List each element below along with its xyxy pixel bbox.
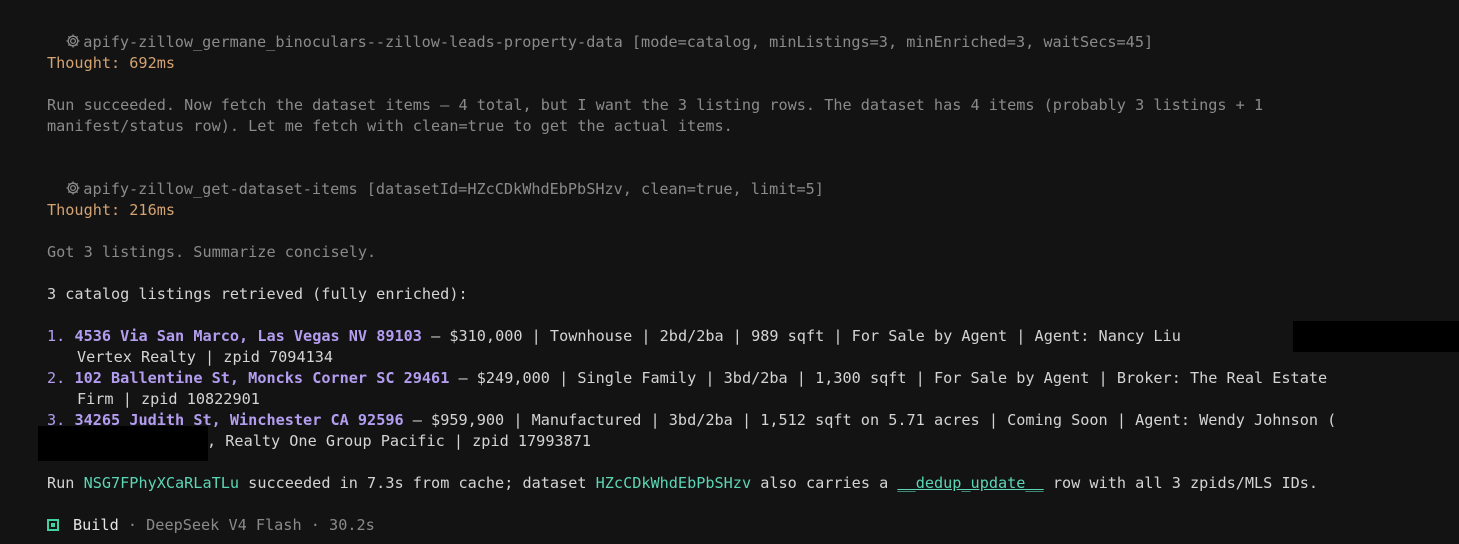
redaction-block	[1293, 321, 1459, 352]
listing-details-continued: Firm | zpid 10822901	[77, 390, 260, 408]
dataset-id: HZcCDkWhdEbPbSHzv	[595, 474, 752, 492]
run-id: NSG7FPhyXCaRLaTLu	[83, 474, 240, 492]
run-summary: Run NSG7FPhyXCaRLaTLu succeeded in 7.3s …	[47, 473, 1318, 494]
separator: ·	[118, 516, 147, 534]
list-item: 3. 34265 Judith St, Winchester CA 92596 …	[47, 410, 1336, 431]
model-name: DeepSeek V4 Flash	[146, 516, 302, 534]
list-number: 2.	[47, 369, 66, 387]
listing-address: 4536 Via San Marco, Las Vegas NV 89103	[74, 327, 422, 345]
run-summary-text: row with all 3 zpids/MLS IDs.	[1043, 474, 1319, 492]
thought-duration: Thought: 216ms	[47, 201, 176, 219]
build-status-icon	[47, 519, 59, 531]
gear-icon	[66, 34, 80, 48]
thought-duration: Thought: 692ms	[47, 54, 176, 72]
listing-address: 102 Ballentine St, Moncks Corner SC 2946…	[74, 369, 450, 387]
listing-details: — $959,900 | Manufactured | 3bd/2ba | 1,…	[403, 411, 1337, 429]
list-number: 1.	[47, 327, 66, 345]
status-footer: Build · DeepSeek V4 Flash · 30.2s	[47, 515, 375, 536]
listing-details: — $310,000 | Townhouse | 2bd/2ba | 989 s…	[421, 327, 1181, 345]
gear-icon	[66, 181, 80, 195]
tool-call-line: apify-zillow_germane_binoculars--zillow-…	[47, 11, 1153, 53]
list-item: 1. 4536 Via San Marco, Las Vegas NV 8910…	[47, 326, 1181, 347]
reasoning-text: manifest/status row). Let me fetch with …	[47, 117, 733, 135]
tool-call-line: apify-zillow_get-dataset-items [datasetI…	[47, 158, 824, 200]
reasoning-text: Got 3 listings. Summarize concisely.	[47, 243, 377, 261]
listing-details-continued: , Realty One Group Pacific | zpid 179938…	[207, 432, 592, 450]
tool-call-text: apify-zillow_germane_binoculars--zillow-…	[83, 33, 1154, 51]
run-summary-text: succeeded in 7.3s from cache; dataset	[239, 474, 596, 492]
build-duration: 30.2s	[329, 516, 375, 534]
listing-details-continued: Vertex Realty | zpid 7094134	[77, 348, 334, 366]
dedup-row-name: __dedup_update__	[897, 474, 1044, 492]
tool-call-text: apify-zillow_get-dataset-items [datasetI…	[83, 180, 824, 198]
separator: ·	[301, 516, 330, 534]
run-summary-text: Run	[47, 474, 84, 492]
summary-heading: 3 catalog listings retrieved (fully enri…	[47, 285, 468, 303]
run-summary-text: also carries a	[751, 474, 898, 492]
listing-details: — $249,000 | Single Family | 3bd/2ba | 1…	[449, 369, 1328, 387]
list-item: 2. 102 Ballentine St, Moncks Corner SC 2…	[47, 368, 1327, 389]
redaction-block	[38, 426, 208, 461]
reasoning-text: Run succeeded. Now fetch the dataset ite…	[47, 96, 1264, 114]
build-mode-label: Build	[73, 516, 119, 534]
